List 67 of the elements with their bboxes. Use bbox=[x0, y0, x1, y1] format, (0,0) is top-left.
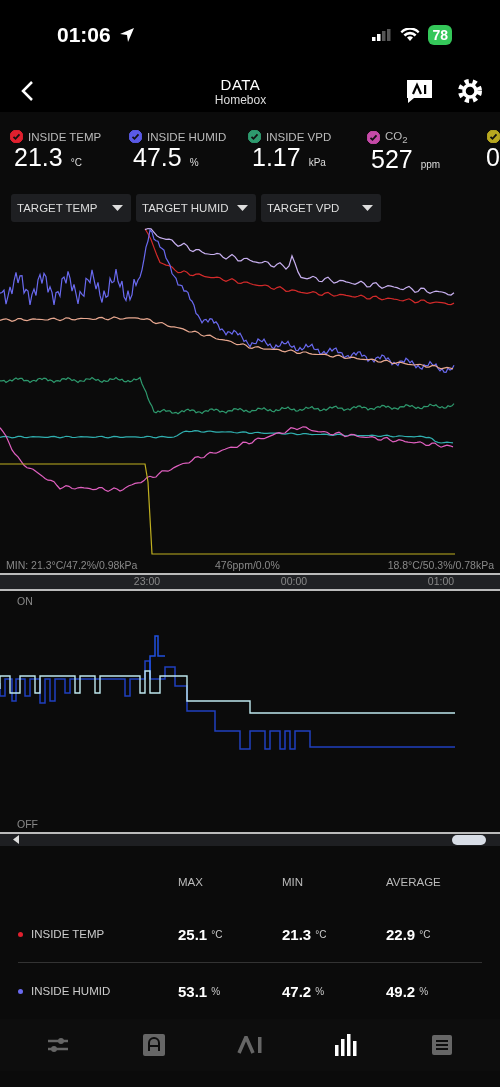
on-label: ON bbox=[17, 595, 33, 607]
stat-value: 47.2 bbox=[282, 982, 312, 1000]
location-arrow-icon bbox=[118, 27, 135, 43]
stat-value: 53.1 bbox=[178, 982, 208, 1000]
metric-label: INSIDE TEMP bbox=[28, 130, 102, 143]
stat-value: 49.2 bbox=[386, 982, 416, 1000]
stat-unit: % bbox=[419, 985, 429, 997]
target-dropdown[interactable]: TARGET HUMID bbox=[136, 194, 256, 222]
wifi-icon bbox=[400, 28, 421, 42]
sliders-icon bbox=[47, 1036, 69, 1054]
metric-label: CO$_{2}$ bbox=[385, 130, 408, 146]
check-icon[interactable] bbox=[487, 130, 500, 143]
metric-label: INSIDE HUMID bbox=[147, 130, 227, 143]
metric-unit: ppm bbox=[420, 159, 441, 171]
stats-column-header: MAX bbox=[178, 876, 204, 890]
target-dropdown[interactable]: TARGET VPD bbox=[261, 194, 381, 222]
time-scrollbar[interactable] bbox=[0, 834, 500, 846]
list-icon bbox=[432, 1035, 452, 1055]
caret-icon bbox=[112, 205, 123, 211]
time-tick-label: 00:00 bbox=[280, 575, 308, 587]
bar-chart-icon bbox=[335, 1034, 357, 1056]
series-name: INSIDE HUMID bbox=[31, 985, 111, 997]
metric-value: 0 bbox=[486, 143, 500, 172]
target-dropdown[interactable]: TARGET TEMP bbox=[11, 194, 131, 222]
off-label: OFF bbox=[17, 818, 38, 830]
metric-unit: % bbox=[189, 157, 199, 168]
stats-column-header: MIN bbox=[282, 876, 305, 890]
stat-value: 22.9 bbox=[386, 925, 416, 943]
ai-logo-icon bbox=[237, 1036, 263, 1054]
page-title: DATA bbox=[220, 75, 261, 93]
chart-min-label: MIN: 21.3°C/47.2%/0.98kPa bbox=[6, 559, 138, 571]
status-time: 01:06 bbox=[57, 23, 111, 47]
metric-value: 21.3 bbox=[14, 143, 63, 172]
stat-unit: % bbox=[315, 985, 325, 997]
stat-value: 21.3 bbox=[282, 925, 312, 943]
metric-label: INSIDE VPD bbox=[266, 130, 332, 143]
caret-icon bbox=[237, 205, 248, 211]
device-icon bbox=[143, 1034, 165, 1056]
signal-icon bbox=[372, 29, 393, 41]
scroll-thumb[interactable] bbox=[452, 835, 486, 845]
metric-value: 527 bbox=[371, 145, 413, 175]
time-tick-label: 01:00 bbox=[427, 575, 455, 587]
scroll-left-icon bbox=[13, 835, 19, 844]
metric-unit: kPa bbox=[308, 157, 326, 168]
check-icon[interactable] bbox=[248, 130, 261, 143]
metric-value: 47.5 bbox=[133, 143, 182, 172]
check-icon[interactable] bbox=[367, 131, 380, 145]
chart-right-label: 18.8°C/50.3%/0.78kPa bbox=[387, 559, 494, 571]
back-icon[interactable] bbox=[20, 80, 34, 102]
series-name: INSIDE TEMP bbox=[31, 928, 105, 940]
ai-chat-icon[interactable] bbox=[407, 78, 432, 104]
stat-value: 25.1 bbox=[178, 925, 208, 943]
stat-unit: °C bbox=[211, 928, 223, 940]
stat-unit: °C bbox=[315, 928, 327, 940]
metric-value: 1.17 bbox=[252, 143, 301, 172]
check-icon[interactable] bbox=[10, 130, 23, 143]
metric-unit: °C bbox=[70, 157, 82, 168]
settings-icon[interactable] bbox=[458, 79, 482, 103]
stat-unit: % bbox=[211, 985, 221, 997]
stats-column-header: AVERAGE bbox=[386, 876, 442, 890]
battery-level: 78 bbox=[428, 25, 452, 45]
time-tick-label: 23:00 bbox=[133, 575, 161, 587]
page-subtitle: Homebox bbox=[214, 92, 267, 107]
caret-icon bbox=[362, 205, 373, 211]
check-icon[interactable] bbox=[129, 130, 142, 143]
chart-mid-label: 476ppm/0.0% bbox=[215, 559, 280, 571]
stat-unit: °C bbox=[419, 928, 431, 940]
